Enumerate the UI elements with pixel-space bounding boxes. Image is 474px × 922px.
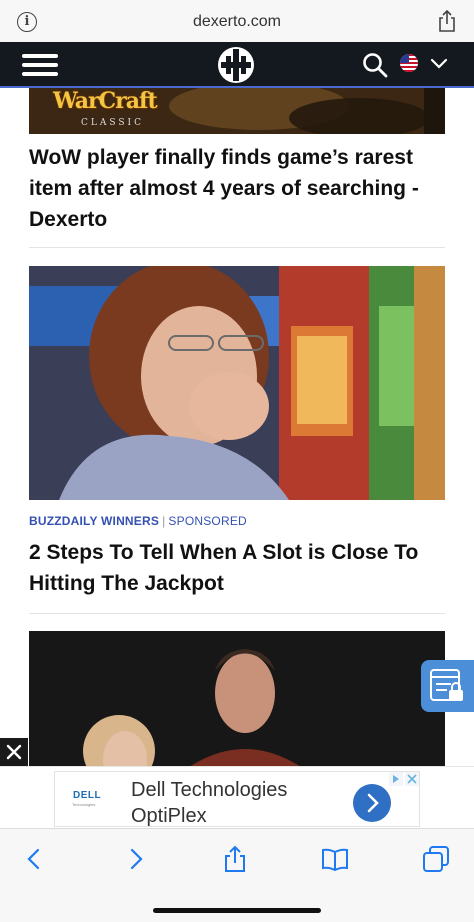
browser-url-bar[interactable]: i dexerto.com <box>0 0 474 42</box>
hamburger-menu-icon[interactable] <box>22 54 58 76</box>
back-icon[interactable] <box>20 845 48 873</box>
ad-choices-icon[interactable] <box>389 772 419 786</box>
divider <box>29 613 445 614</box>
share-icon[interactable] <box>437 10 457 32</box>
sponsored-image[interactable] <box>29 266 445 500</box>
chevron-right-icon <box>367 793 379 813</box>
warcraft-logo-subtitle: CLASSIC <box>81 118 144 128</box>
home-indicator[interactable] <box>153 908 321 913</box>
article-image[interactable] <box>29 631 445 767</box>
sponsored-headline[interactable]: 2 Steps To Tell When A Slot is Close To … <box>29 537 449 599</box>
browser-toolbar <box>0 828 474 922</box>
ad-title-line1: Dell Technologies <box>131 779 288 801</box>
privacy-settings-button[interactable] <box>421 660 474 712</box>
chevron-down-icon[interactable] <box>430 58 448 70</box>
article-image-art <box>29 631 445 767</box>
us-flag-icon[interactable] <box>400 54 418 72</box>
dell-logo: DELL <box>73 790 102 801</box>
ad-title-line2: OptiPlex <box>131 805 207 827</box>
tabs-icon[interactable] <box>422 845 450 873</box>
sponsored-image-art <box>29 266 445 500</box>
article-headline[interactable]: WoW player finally finds game’s rarest i… <box>29 142 449 235</box>
search-icon[interactable] <box>362 52 388 78</box>
close-ad-button[interactable] <box>0 738 28 766</box>
ad-title[interactable]: Dell Technologies OptiPlex <box>131 777 287 829</box>
dell-logo-subtitle: Technologies <box>72 802 96 807</box>
share-icon[interactable] <box>221 845 249 873</box>
sponsor-source[interactable]: BUZZDAILY WINNERS <box>29 514 159 528</box>
warcraft-logo-text: WarCraft <box>53 88 158 114</box>
close-icon <box>6 744 22 760</box>
divider <box>29 247 445 248</box>
forward-icon[interactable] <box>122 845 150 873</box>
article-image-warcraft[interactable]: WarCraft CLASSIC <box>29 88 445 134</box>
warcraft-logo: WarCraft CLASSIC <box>39 88 187 132</box>
sponsored-byline: BUZZDAILY WINNERS | SPONSORED <box>29 514 247 528</box>
ad-go-button[interactable] <box>353 784 391 822</box>
ad-banner[interactable]: DELL Technologies Dell Technologies Opti… <box>0 766 474 828</box>
sponsored-label: SPONSORED <box>168 514 247 528</box>
sponsor-separator: | <box>162 514 166 528</box>
privacy-settings-icon <box>430 669 463 701</box>
dexerto-logo[interactable] <box>216 45 256 85</box>
url-domain[interactable]: dexerto.com <box>0 13 474 31</box>
bookmarks-icon[interactable] <box>321 845 349 873</box>
site-header <box>0 42 474 88</box>
ad-box[interactable]: DELL Technologies Dell Technologies Opti… <box>54 771 420 827</box>
